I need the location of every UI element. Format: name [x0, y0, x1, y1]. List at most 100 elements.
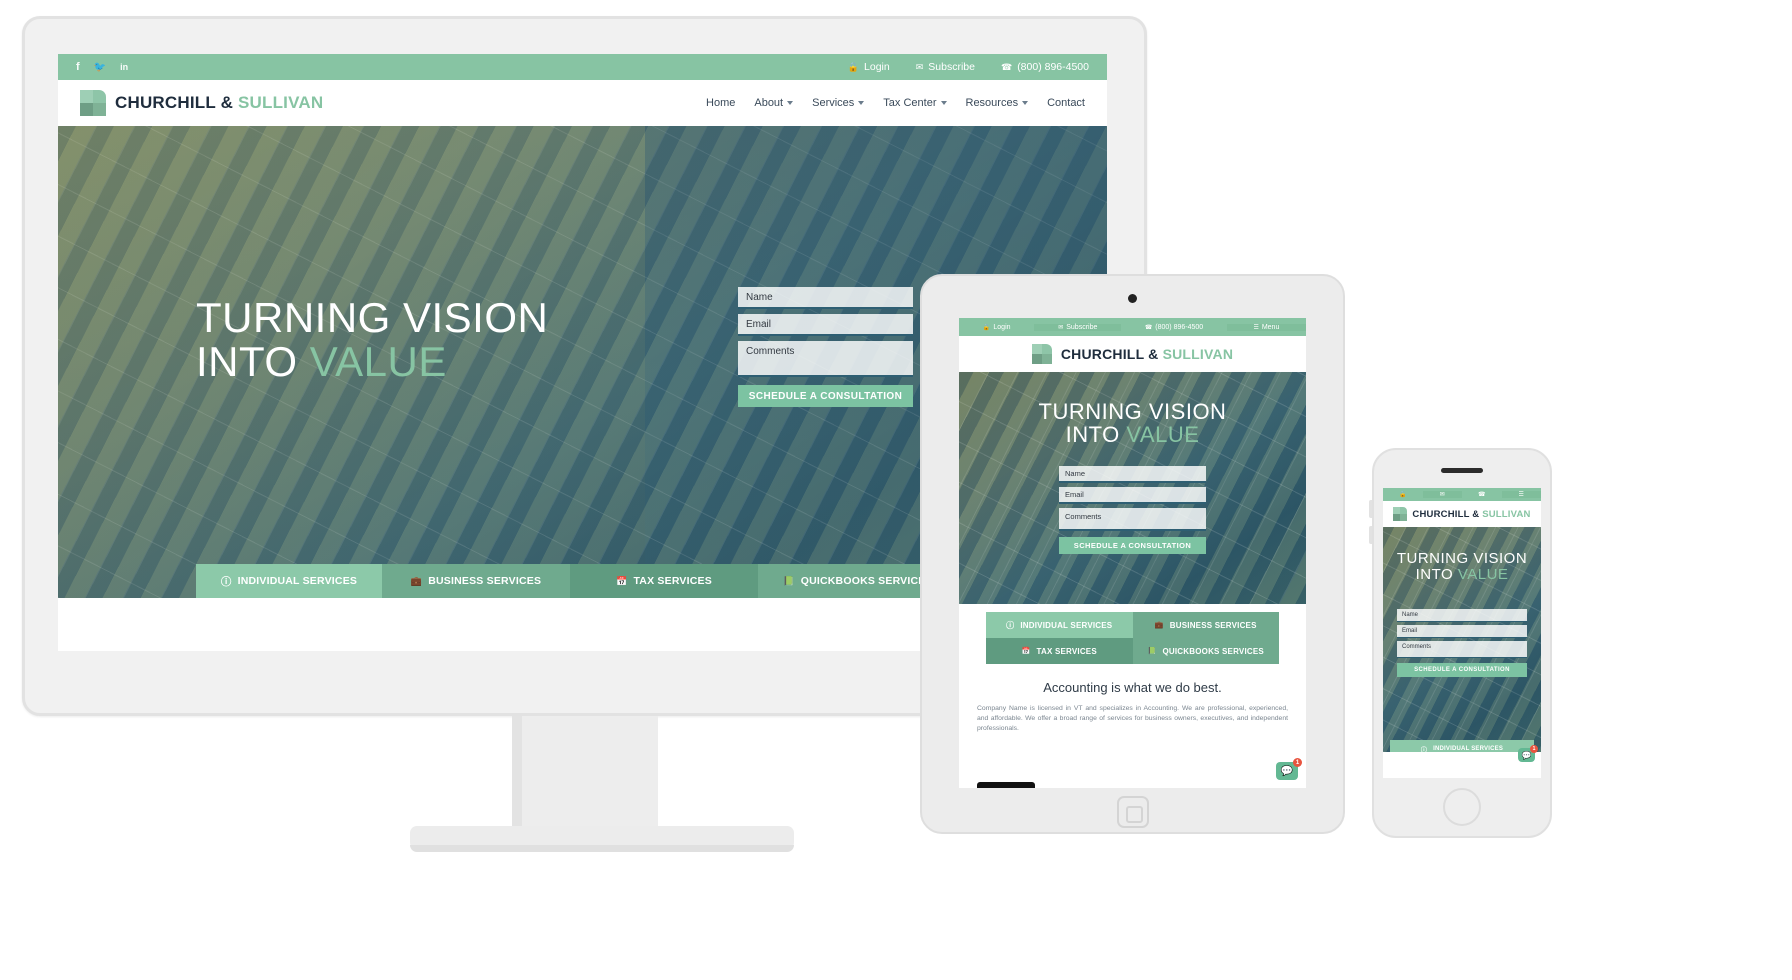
linkedin-icon[interactable]: in	[120, 62, 128, 72]
nav-label: Home	[706, 97, 736, 109]
service-tab-tax[interactable]: 📅 TAX SERVICES	[570, 564, 758, 598]
section-body: Company Name is licensed in VT and speci…	[977, 705, 1288, 733]
mail-icon: ✉	[1058, 324, 1064, 331]
service-tab-label: INDIVIDUAL SERVICES	[1433, 746, 1504, 752]
phone-speaker	[1441, 468, 1483, 473]
email-input-placeholder: Email	[746, 318, 772, 330]
phone-icon: ☎	[1144, 324, 1153, 331]
consultation-form: Name Email Comments SCHEDULE A CONSULTAT…	[738, 287, 913, 407]
phone-link[interactable]: ☎ (800) 896-4500	[1001, 61, 1089, 73]
email-input-placeholder: Email	[1065, 490, 1084, 499]
monitor-stand-base	[410, 826, 794, 852]
chat-icon: 💬	[1521, 750, 1532, 760]
phone-call-button[interactable]: ☎	[1462, 491, 1502, 498]
nav-item-contact[interactable]: Contact	[1047, 97, 1085, 109]
hero-line2-accent: VALUE	[309, 338, 447, 386]
twitter-icon[interactable]: 🐦	[94, 62, 106, 73]
logo-text: CHURCHILL & SULLIVAN	[115, 93, 323, 113]
facebook-icon[interactable]: f	[76, 61, 80, 73]
service-tab-label: BUSINESS SERVICES	[428, 575, 542, 587]
schedule-consultation-button[interactable]: SCHEDULE A CONSULTATION	[738, 385, 913, 407]
logo[interactable]: CHURCHILL & SULLIVAN	[80, 90, 323, 116]
lock-icon: 🔒	[847, 61, 860, 72]
login-link[interactable]: 🔒 Login	[848, 61, 890, 73]
phone-subscribe-button[interactable]: ✉	[1422, 491, 1462, 498]
name-input[interactable]: Name	[1397, 609, 1527, 622]
subscribe-link[interactable]: ✉ Subscribe	[916, 61, 975, 73]
login-label: Login	[864, 61, 890, 73]
comments-placeholder: Comments	[746, 346, 795, 357]
phone-screen: 🔒 ✉ ☎ ☰ CHURCHILL & SULLIVAN TURNING VIS…	[1383, 488, 1541, 778]
tablet-intro-section: Accounting is what we do best. Company N…	[959, 664, 1306, 735]
chevron-down-icon	[787, 101, 794, 105]
main-nav: Home About Services Tax Center Resources…	[706, 97, 1085, 109]
service-tab-label: QUICKBOOKS SERVICES	[800, 575, 933, 587]
service-tab-label: INDIVIDUAL SERVICES	[237, 575, 358, 587]
name-input[interactable]: Name	[738, 287, 913, 309]
phone-menu-button[interactable]: ☰	[1501, 491, 1541, 498]
phone-hero-content: TURNING VISION INTO VALUE Name Email Com…	[1383, 527, 1541, 752]
mail-icon: ✉	[915, 61, 924, 72]
tablet-logo[interactable]: CHURCHILL & SULLIVAN	[1031, 344, 1233, 364]
nav-item-tax-center[interactable]: Tax Center	[883, 97, 947, 109]
hamburger-icon: ☰	[1253, 324, 1259, 331]
chat-widget-button[interactable]: 💬 1	[1518, 745, 1538, 762]
service-tab-individual[interactable]: ⓘ INDIVIDUAL SERVICES	[196, 564, 382, 598]
service-tab-business[interactable]: 💼 BUSINESS SERVICES	[382, 564, 570, 598]
person-circle-icon: ⓘ	[220, 575, 232, 588]
service-tab-individual[interactable]: ⓘ INDIVIDUAL SERVICES	[986, 612, 1133, 638]
phone-hero-headline: TURNING VISION INTO VALUE	[1383, 551, 1541, 583]
tablet-service-tabs: ⓘ INDIVIDUAL SERVICES 💼 BUSINESS SERVICE…	[959, 604, 1306, 664]
chevron-down-icon	[940, 101, 947, 105]
topbar-utility-links: 🔒 Login ✉ Subscribe ☎ (800) 896-4500	[848, 61, 1089, 73]
email-input-placeholder: Email	[1402, 628, 1418, 634]
name-input[interactable]: Name	[1059, 466, 1206, 483]
email-input[interactable]: Email	[1059, 487, 1206, 504]
schedule-consultation-button[interactable]: SCHEDULE A CONSULTATION	[1397, 663, 1527, 677]
phone-volume-up[interactable]	[1369, 500, 1372, 518]
schedule-consultation-button[interactable]: SCHEDULE A CONSULTATION	[1059, 537, 1206, 554]
service-tab-quickbooks[interactable]: 📗 QUICKBOOKS SERVICES	[1132, 638, 1279, 664]
phone-icon: ☎	[1478, 492, 1486, 498]
schedule-consultation-label: SCHEDULE A CONSULTATION	[1414, 667, 1510, 673]
phone-volume-down[interactable]	[1369, 526, 1372, 544]
nav-item-services[interactable]: Services	[812, 97, 865, 109]
lock-icon: 🔒	[982, 324, 991, 331]
tablet-phone-link[interactable]: ☎ (800) 896-4500	[1121, 324, 1227, 331]
tablet-service-row-1: ⓘ INDIVIDUAL SERVICES 💼 BUSINESS SERVICE…	[986, 612, 1279, 638]
logo-mark-icon	[1393, 507, 1408, 521]
hero-line2-pre: INTO	[1065, 422, 1127, 448]
service-tab-label: QUICKBOOKS SERVICES	[1162, 646, 1264, 656]
hamburger-icon: ☰	[1518, 492, 1524, 498]
nav-label: Tax Center	[883, 97, 937, 109]
hero-line2-accent: VALUE	[1457, 565, 1509, 583]
tablet-menu-button[interactable]: ☰ Menu	[1226, 323, 1306, 331]
tablet-menu-label: Menu	[1261, 323, 1280, 331]
name-input-placeholder: Name	[746, 291, 773, 303]
tablet-home-button[interactable]	[1116, 796, 1149, 828]
nav-item-resources[interactable]: Resources	[966, 97, 1029, 109]
tablet-hero: TURNING VISION INTO VALUE Name Email Com…	[959, 372, 1306, 604]
logo-name-light: SULLIVAN	[237, 93, 324, 112]
phone-logo[interactable]: CHURCHILL & SULLIVAN	[1393, 507, 1530, 521]
tablet-subscribe-link[interactable]: ✉ Subscribe	[1034, 323, 1122, 331]
comments-textarea[interactable]: Comments	[738, 341, 913, 377]
comments-placeholder: Comments	[1402, 644, 1432, 650]
nav-item-about[interactable]: About	[754, 97, 794, 109]
service-tab-business[interactable]: 💼 BUSINESS SERVICES	[1132, 612, 1279, 638]
comments-textarea[interactable]: Comments	[1059, 508, 1206, 531]
hero-headline: TURNING VISION INTO VALUE	[196, 295, 548, 386]
nav-item-home[interactable]: Home	[706, 97, 735, 109]
comments-textarea[interactable]: Comments	[1397, 641, 1527, 658]
service-tab-individual[interactable]: ⓘ INDIVIDUAL SERVICES	[1390, 740, 1534, 752]
phone-home-button[interactable]	[1443, 788, 1481, 826]
service-tab-tax[interactable]: 📅 TAX SERVICES	[986, 638, 1133, 664]
phone-login-button[interactable]: 🔒	[1383, 491, 1423, 498]
email-input[interactable]: Email	[738, 314, 913, 336]
phone-label: (800) 896-4500	[1017, 61, 1089, 73]
tablet-service-row-2: 📅 TAX SERVICES 📗 QUICKBOOKS SERVICES	[986, 638, 1279, 664]
logo-name-bold: CHURCHILL &	[115, 93, 234, 112]
tablet-login-link[interactable]: 🔒 Login	[959, 324, 1034, 331]
email-input[interactable]: Email	[1397, 625, 1527, 638]
chat-widget-button[interactable]: 💬 1	[1276, 758, 1302, 780]
